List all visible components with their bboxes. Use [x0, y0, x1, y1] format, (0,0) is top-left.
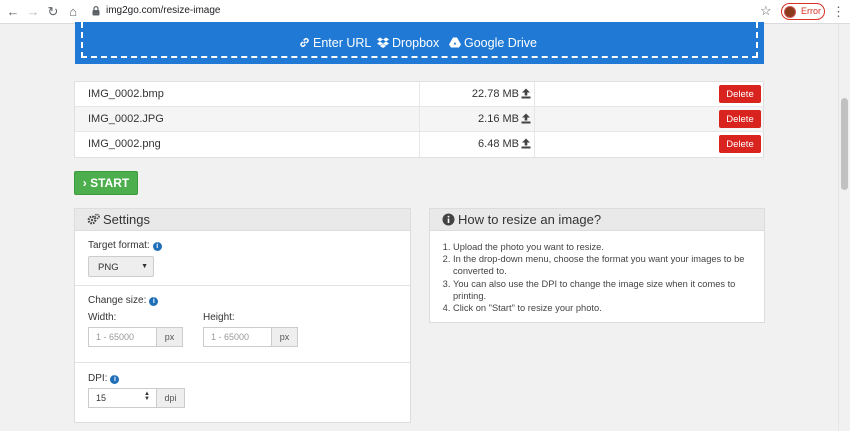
- lock-icon: [92, 6, 100, 16]
- dropbox-icon: [377, 37, 389, 48]
- stepper-arrows-icon[interactable]: ▲ ▼: [144, 391, 150, 402]
- howto-title: How to resize an image?: [458, 212, 602, 227]
- file-name: IMG_0002.JPG: [88, 113, 164, 125]
- delete-button[interactable]: Delete: [719, 85, 761, 103]
- info-icon[interactable]: i: [149, 297, 159, 306]
- settings-panel: Settings Target format: i PNG ▼ Change si…: [74, 208, 411, 423]
- column-divider: [419, 107, 420, 131]
- settings-header: Settings: [75, 209, 410, 231]
- avatar: [784, 6, 796, 18]
- upload-icon: [521, 113, 531, 124]
- column-divider: [534, 107, 535, 131]
- table-row: IMG_0002.bmp 22.78 MB Delete: [75, 82, 763, 107]
- column-divider: [534, 132, 535, 157]
- start-label: START: [90, 176, 130, 190]
- file-size: 2.16 MB: [478, 113, 519, 125]
- scrollbar-track[interactable]: [838, 24, 850, 431]
- delete-button[interactable]: Delete: [719, 135, 761, 153]
- howto-header: How to resize an image?: [430, 209, 764, 231]
- list-item: In the drop-down menu, choose the format…: [453, 253, 759, 277]
- info-icon[interactable]: i: [110, 375, 120, 384]
- google-drive-button[interactable]: Google Drive: [449, 36, 537, 50]
- divider: [75, 285, 410, 286]
- howto-steps: Upload the photo you want to resize. In …: [439, 241, 759, 314]
- back-arrow-icon[interactable]: ←: [4, 3, 22, 21]
- dpi-unit: dpi: [157, 388, 185, 408]
- scrollbar-thumb[interactable]: [841, 98, 848, 190]
- forward-arrow-icon[interactable]: →: [24, 3, 42, 21]
- settings-title: Settings: [103, 212, 150, 227]
- start-button[interactable]: › START: [74, 171, 138, 195]
- target-format-select[interactable]: PNG ▼: [88, 256, 154, 277]
- browser-toolbar: ← → ↻ ⌂ img2go.com/resize-image ☆ Error …: [0, 0, 850, 24]
- width-input[interactable]: [88, 327, 157, 347]
- home-icon[interactable]: ⌂: [64, 3, 82, 21]
- dropbox-button[interactable]: Dropbox: [377, 36, 439, 50]
- enter-url-label: Enter URL: [313, 36, 372, 50]
- info-circle-icon: [442, 213, 455, 226]
- file-name: IMG_0002.png: [88, 138, 161, 150]
- file-size: 22.78 MB: [471, 88, 519, 100]
- change-size-label: Change size: i: [88, 295, 159, 306]
- table-row: IMG_0002.JPG 2.16 MB Delete: [75, 107, 763, 132]
- enter-url-button[interactable]: Enter URL: [299, 36, 371, 50]
- dropbox-label: Dropbox: [392, 36, 440, 50]
- address-bar[interactable]: img2go.com/resize-image: [106, 5, 221, 16]
- gears-icon: [87, 213, 100, 225]
- column-divider: [419, 82, 420, 106]
- bookmark-star-icon[interactable]: ☆: [760, 3, 772, 19]
- profile-error-button[interactable]: Error: [781, 3, 825, 20]
- list-item: Upload the photo you want to resize.: [453, 241, 759, 253]
- google-drive-icon: [449, 37, 461, 48]
- profile-error-label: Error: [801, 6, 821, 16]
- info-icon[interactable]: i: [152, 242, 162, 251]
- upload-icon: [521, 88, 531, 99]
- height-unit: px: [272, 327, 298, 347]
- dropdown-arrow-icon: ▼: [141, 263, 148, 270]
- delete-button[interactable]: Delete: [719, 110, 761, 128]
- height-input[interactable]: [203, 327, 272, 347]
- width-label: Width:: [88, 312, 117, 323]
- file-list: IMG_0002.bmp 22.78 MB Delete IMG_0002.JP…: [74, 81, 764, 158]
- reload-icon[interactable]: ↻: [44, 3, 62, 21]
- list-item: Click on "Start" to resize your photo.: [453, 302, 759, 314]
- file-name: IMG_0002.bmp: [88, 88, 164, 100]
- list-item: You can also use the DPI to change the i…: [453, 278, 759, 302]
- column-divider: [534, 82, 535, 106]
- table-row: IMG_0002.png 6.48 MB Delete: [75, 132, 763, 157]
- target-format-label: Target format: i: [88, 240, 162, 251]
- height-label: Height:: [203, 312, 235, 323]
- google-drive-label: Google Drive: [464, 36, 537, 50]
- column-divider: [419, 132, 420, 157]
- link-icon: [300, 38, 309, 47]
- browser-menu-icon[interactable]: ⋮: [832, 4, 845, 20]
- upload-icon: [521, 138, 531, 149]
- dpi-label: DPI: i: [88, 373, 120, 384]
- width-unit: px: [157, 327, 183, 347]
- divider: [75, 362, 410, 363]
- chevron-right-icon: ›: [82, 176, 87, 190]
- file-size: 6.48 MB: [478, 138, 519, 150]
- target-format-value: PNG: [98, 262, 119, 273]
- howto-panel: How to resize an image? Upload the photo…: [429, 208, 765, 323]
- upload-area[interactable]: Enter URL Dropbox Google Drive: [75, 22, 764, 64]
